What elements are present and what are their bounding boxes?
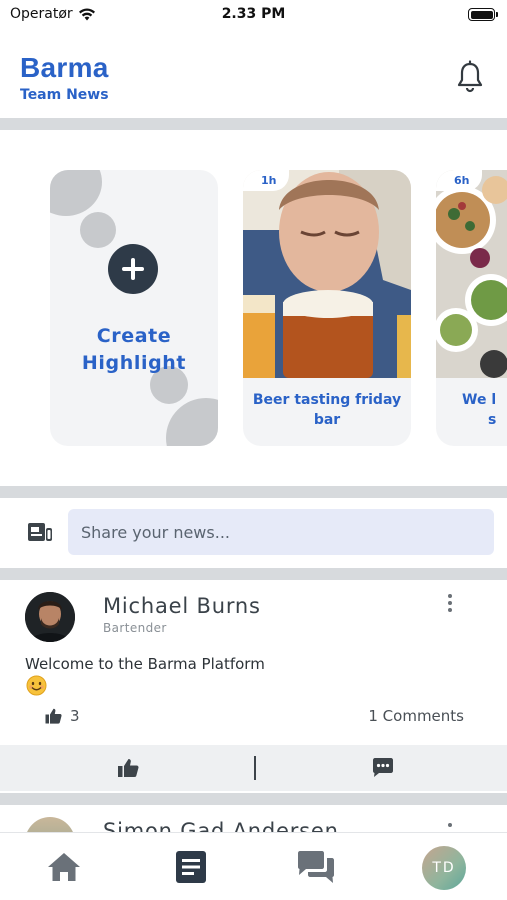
- status-bar: Operatør 2.33 PM: [0, 0, 507, 30]
- story-card[interactable]: 1h Beer tasting friday bar: [243, 170, 411, 446]
- app-subtitle: Team News: [20, 87, 109, 103]
- avatar[interactable]: [25, 592, 75, 642]
- highlights-carousel[interactable]: Create Highlight 1h Beer tasting friday …: [0, 170, 507, 446]
- post-body: Welcome to the Barma Platform: [25, 655, 265, 673]
- post-stats: 3 1 Comments: [0, 707, 507, 729]
- story-photo-food: [436, 170, 507, 378]
- section-divider: [0, 486, 507, 498]
- battery-icon: [468, 8, 498, 21]
- plus-icon[interactable]: [108, 244, 158, 294]
- news-post: Simon Gad Andersen: [0, 805, 507, 835]
- tab-news[interactable]: [171, 847, 211, 887]
- chat-icon: [298, 851, 334, 883]
- news-post: Michael Burns Bartender Welcome to the B…: [0, 580, 507, 792]
- create-highlight-label: Create Highlight: [50, 323, 218, 377]
- app-title: Barma: [20, 52, 109, 83]
- bottom-tab-bar: TD: [0, 832, 507, 900]
- story-title-line2: bar: [313, 412, 341, 428]
- decor-blob: [80, 212, 116, 248]
- thumbs-up-icon: [45, 708, 62, 724]
- story-title: Beer tasting friday bar: [243, 390, 411, 430]
- share-news-input[interactable]: [68, 509, 494, 555]
- story-title-line1: Beer tasting friday: [252, 392, 402, 408]
- app-header: Barma Team News: [0, 40, 507, 115]
- likes-number: 3: [70, 707, 80, 725]
- likes-count[interactable]: 3: [45, 707, 80, 725]
- decor-blob: [166, 398, 218, 446]
- tab-home[interactable]: [44, 847, 84, 887]
- more-options-icon[interactable]: [444, 594, 456, 616]
- news-feed-icon: [176, 851, 206, 883]
- story-title: We l s: [462, 390, 507, 430]
- story-time-badge: 1h: [243, 170, 289, 191]
- avatar-photo: [25, 592, 75, 642]
- post-author-role: Bartender: [103, 621, 167, 635]
- story-title-line2: s: [488, 412, 497, 428]
- share-news-row: [0, 498, 507, 566]
- create-label-line2: Highlight: [81, 352, 187, 374]
- section-divider: [0, 568, 507, 580]
- more-options-icon[interactable]: [448, 823, 452, 827]
- story-time-badge: 6h: [436, 170, 482, 191]
- comment-button-icon[interactable]: [371, 756, 395, 780]
- home-icon: [48, 853, 80, 881]
- app-screen: Operatør 2.33 PM Barma Team News Create …: [0, 0, 507, 900]
- story-card[interactable]: 6h We l s: [436, 170, 507, 446]
- decor-blob: [50, 170, 102, 216]
- clock: 2.33 PM: [221, 6, 286, 22]
- profile-avatar-tab[interactable]: TD: [422, 846, 466, 890]
- story-title-line1: We l: [462, 392, 497, 408]
- actions-separator: [254, 756, 256, 780]
- newspaper-icon[interactable]: [27, 520, 53, 544]
- post-actions-bar: [0, 745, 507, 791]
- notification-bell-icon[interactable]: [455, 60, 485, 94]
- post-author[interactable]: Michael Burns: [103, 594, 261, 618]
- create-highlight-card[interactable]: Create Highlight: [50, 170, 218, 446]
- comments-count[interactable]: 1 Comments: [368, 707, 464, 725]
- smiling-emoji-icon: [26, 675, 47, 696]
- section-divider: [0, 793, 507, 805]
- create-label-line1: Create: [96, 325, 172, 347]
- like-button-icon[interactable]: [116, 756, 140, 780]
- tab-messages[interactable]: [296, 847, 336, 887]
- story-photo-beer: [243, 170, 411, 378]
- section-divider: [0, 118, 507, 130]
